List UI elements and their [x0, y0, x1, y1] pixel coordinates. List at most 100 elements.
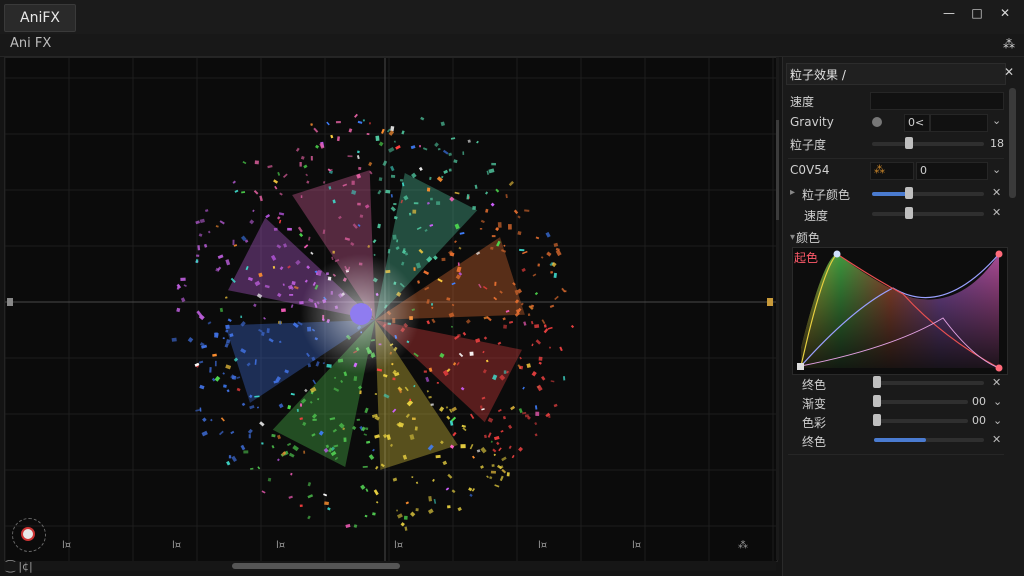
particle: [183, 284, 187, 287]
particle: [534, 405, 538, 410]
settings-icon[interactable]: ⁂: [1003, 37, 1015, 51]
close-icon[interactable]: ✕: [992, 433, 1001, 446]
particle: [219, 220, 225, 225]
chevron-down-icon[interactable]: ⌄: [993, 414, 1002, 427]
particle: [195, 259, 199, 264]
particle: [330, 134, 334, 139]
particle: [434, 142, 439, 148]
particle: [381, 128, 385, 134]
particle: [519, 356, 522, 360]
chevron-down-icon[interactable]: ⌄: [992, 163, 1001, 176]
particle: [273, 227, 278, 231]
maximize-button[interactable]: □: [966, 5, 988, 21]
color-curve-editor[interactable]: [792, 247, 1008, 375]
speed-field[interactable]: [870, 92, 1004, 110]
hue-slider-knob[interactable]: [873, 414, 881, 426]
particle: [288, 452, 295, 458]
gradient-slider-knob[interactable]: [873, 395, 881, 407]
particle: [440, 121, 445, 127]
particle: [508, 445, 512, 450]
particle: [429, 176, 432, 180]
particle: [554, 295, 559, 301]
particle: [214, 375, 221, 382]
density-slider-knob[interactable]: [905, 137, 913, 149]
gravity-toggle-icon[interactable]: [872, 117, 882, 127]
close-button[interactable]: ✕: [994, 5, 1016, 21]
particle: [257, 466, 261, 470]
particle: [438, 406, 445, 412]
particle-color-slider-knob[interactable]: [905, 187, 913, 199]
particle: [372, 239, 377, 244]
particle: [418, 166, 423, 171]
particle: [280, 308, 286, 313]
viewport-horizontal-scroll-thumb[interactable]: [232, 563, 400, 569]
close-icon[interactable]: ✕: [992, 376, 1001, 389]
panel-scroll-thumb[interactable]: [1009, 88, 1016, 198]
speed-sub-slider-track[interactable]: [872, 212, 984, 216]
particle: [343, 437, 347, 442]
particle: [436, 201, 441, 205]
particle: [247, 428, 253, 434]
particle: [308, 236, 311, 241]
speed-label: 速度: [790, 95, 815, 109]
particle: [431, 318, 436, 324]
particle: [419, 145, 421, 148]
particle: [447, 505, 451, 509]
particle: [392, 477, 398, 482]
particle: [282, 173, 288, 179]
particle: [385, 189, 391, 194]
end-color-slider-knob[interactable]: [873, 376, 881, 388]
expand-arrow-icon[interactable]: ▸: [790, 187, 795, 198]
particle: [487, 417, 494, 423]
particle-viewport[interactable]: [4, 57, 778, 562]
particle: [393, 140, 396, 143]
particle: [522, 386, 525, 390]
hue-slider-track[interactable]: [874, 419, 968, 423]
particle: [180, 277, 186, 281]
particle: [490, 440, 493, 443]
panel-divider: [788, 158, 1004, 159]
particle: [300, 195, 303, 198]
particle: [241, 402, 246, 407]
particle: [365, 427, 369, 430]
gravity-extra-field[interactable]: [930, 114, 988, 132]
particle: [437, 148, 441, 151]
particle: [217, 254, 224, 260]
particle: [505, 194, 508, 199]
curve-point: [995, 250, 1003, 258]
particle: [442, 149, 449, 155]
particle: [517, 215, 521, 219]
particle: [274, 185, 278, 190]
chevron-down-icon[interactable]: ⌄: [993, 395, 1002, 408]
app-tab[interactable]: AniFX: [4, 4, 76, 32]
speed-sub-slider-knob[interactable]: [905, 207, 913, 219]
particle: [518, 408, 523, 414]
panel-close-icon[interactable]: ✕: [1004, 65, 1014, 79]
particle: [287, 227, 292, 231]
close-icon[interactable]: ✕: [992, 206, 1001, 219]
end-color-slider-track[interactable]: [874, 381, 984, 385]
particle: [225, 324, 230, 330]
particle: [490, 470, 496, 474]
particle: [225, 364, 232, 370]
particle: [501, 456, 507, 462]
particle: [276, 434, 281, 440]
density-slider-track[interactable]: [872, 142, 984, 146]
particle: [462, 151, 465, 155]
viewport-vertical-scroll-thumb[interactable]: [776, 120, 779, 220]
particle: [493, 453, 496, 457]
particle: [290, 472, 293, 476]
gizmo-center-icon[interactable]: [21, 527, 35, 541]
particle: [199, 218, 205, 224]
gradient-slider-track[interactable]: [874, 400, 968, 404]
particle: [462, 331, 467, 336]
particle: [451, 489, 456, 494]
expand-arrow-icon[interactable]: ▾: [790, 232, 795, 243]
particle: [432, 478, 435, 482]
particle: [472, 206, 476, 210]
chevron-down-icon[interactable]: ⌄: [992, 114, 1001, 127]
particle: [263, 316, 266, 320]
close-icon[interactable]: ✕: [992, 186, 1001, 199]
particle: [499, 475, 504, 482]
minimize-button[interactable]: —: [938, 5, 960, 21]
